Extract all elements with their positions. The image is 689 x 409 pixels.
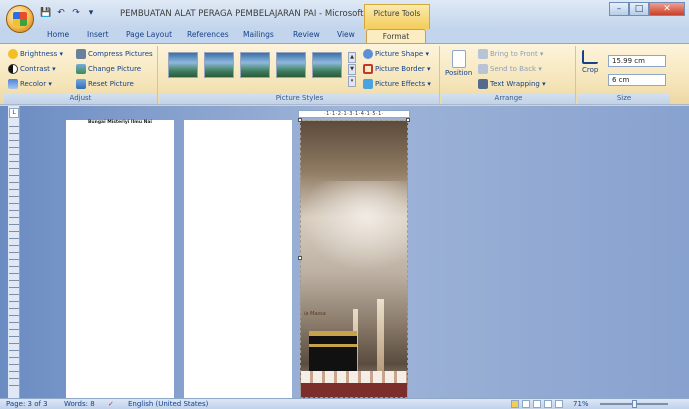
tab-review[interactable]: Review <box>293 30 320 39</box>
picture-effects-icon <box>363 79 373 89</box>
window-controls: – □ ✕ <box>609 2 685 16</box>
picture-style-4[interactable] <box>276 52 306 78</box>
contrast-icon <box>8 64 18 74</box>
picture-ground <box>301 383 407 397</box>
position-icon <box>451 50 466 68</box>
picture-caption: ia Massa <box>304 311 326 317</box>
shape-width-input[interactable]: 6 cm <box>608 74 666 86</box>
change-picture-icon <box>76 64 86 74</box>
vertical-ruler: L <box>8 106 20 398</box>
reset-picture-icon <box>76 79 86 89</box>
resize-handle-top-left[interactable] <box>298 118 302 122</box>
kaaba-picture[interactable]: ia Massa <box>300 120 408 398</box>
contrast-button[interactable]: Contrast ▾ <box>8 64 56 74</box>
undo-icon[interactable]: ↶ <box>55 7 67 19</box>
recolor-button[interactable]: Recolor ▾ <box>8 79 52 89</box>
tab-selector-button[interactable]: L <box>9 108 19 118</box>
tab-references[interactable]: References <box>187 30 229 39</box>
page-2[interactable] <box>184 120 292 398</box>
draft-view-icon[interactable] <box>555 400 563 408</box>
styles-gallery-scroll: ▲ ▼ ▾ <box>348 52 356 87</box>
arrange-group-label: Arrange <box>442 93 575 104</box>
adjust-group: Brightness ▾ Contrast ▾ Recolor ▾ Compre… <box>4 46 158 104</box>
window-title: PEMBUATAN ALAT PERAGA PEMBELAJARAN PAI -… <box>120 9 388 19</box>
picture-shape-button[interactable]: Picture Shape ▾ <box>363 49 429 59</box>
position-button[interactable]: Position <box>445 50 472 77</box>
picture-styles-group-label: Picture Styles <box>160 93 439 104</box>
size-group-label: Size <box>578 93 670 104</box>
horizontal-ruler: ·1·1·2·1·3·1·4·1·5·1· <box>298 110 410 118</box>
tab-format[interactable]: Format <box>366 29 426 44</box>
quick-access-toolbar: 💾 ↶ ↷ ▾ <box>40 7 97 21</box>
picture-style-2[interactable] <box>204 52 234 78</box>
word-count[interactable]: Words: 8 <box>64 400 95 408</box>
resize-handle-top-right[interactable] <box>406 118 410 122</box>
tab-mailings[interactable]: Mailings <box>243 30 274 39</box>
save-icon[interactable]: 💾 <box>40 7 52 19</box>
outline-view-icon[interactable] <box>544 400 552 408</box>
picture-style-1[interactable] <box>168 52 198 78</box>
arrange-group: Position Bring to Front ▾ Send to Back ▾… <box>442 46 576 104</box>
picture-border-button[interactable]: Picture Border ▾ <box>363 64 431 74</box>
close-button[interactable]: ✕ <box>649 2 685 16</box>
change-picture-button[interactable]: Change Picture <box>76 64 141 74</box>
page-1[interactable]: Bungai Misteriyi Ilmu Nai <box>66 120 174 398</box>
send-to-back-button[interactable]: Send to Back ▾ <box>478 64 542 74</box>
brightness-button[interactable]: Brightness ▾ <box>8 49 63 59</box>
ribbon: Brightness ▾ Contrast ▾ Recolor ▾ Compre… <box>0 43 689 105</box>
recolor-icon <box>8 79 18 89</box>
picture-border-icon <box>363 64 373 74</box>
picture-shape-icon <box>363 49 373 59</box>
text-wrapping-button[interactable]: Text Wrapping ▾ <box>478 79 546 89</box>
picture-sky <box>301 181 407 271</box>
qat-more-icon[interactable]: ▾ <box>85 7 97 19</box>
reset-picture-button[interactable]: Reset Picture <box>76 79 134 89</box>
minimize-button[interactable]: – <box>609 2 629 16</box>
page-1-text: Bungai Misteriyi Ilmu Nai <box>88 120 152 125</box>
shape-height-input[interactable]: 15.99 cm <box>608 55 666 67</box>
zoom-level[interactable]: 71% <box>573 400 589 408</box>
proofing-icon[interactable]: ✓ <box>108 400 114 408</box>
picture-tools-context-label: Picture Tools <box>364 4 430 29</box>
picture-kaaba <box>309 331 357 373</box>
picture-effects-button[interactable]: Picture Effects ▾ <box>363 79 431 89</box>
title-bar: 💾 ↶ ↷ ▾ PEMBUATAN ALAT PERAGA PEMBELAJAR… <box>0 0 689 33</box>
size-group: Crop 15.99 cm 6 cm Size <box>578 46 670 104</box>
gallery-more-icon[interactable]: ▾ <box>348 76 356 87</box>
redo-icon[interactable]: ↷ <box>70 7 82 19</box>
picture-styles-group: ▲ ▼ ▾ Picture Shape ▾ Picture Border ▾ P… <box>160 46 440 104</box>
tab-page-layout[interactable]: Page Layout <box>126 30 172 39</box>
bring-to-front-button[interactable]: Bring to Front ▾ <box>478 49 543 59</box>
language-status[interactable]: English (United States) <box>128 400 208 408</box>
ruler-marks <box>9 120 19 390</box>
zoom-slider-thumb[interactable] <box>632 400 637 408</box>
maximize-button[interactable]: □ <box>629 2 649 16</box>
bring-front-icon <box>478 49 488 59</box>
office-logo-icon <box>13 12 27 26</box>
ribbon-tabs: Home Insert Page Layout References Maili… <box>0 29 689 44</box>
status-bar: Page: 3 of 3 Words: 8 ✓ English (United … <box>0 398 689 409</box>
resize-handle-middle-left[interactable] <box>298 256 302 260</box>
picture-style-5[interactable] <box>312 52 342 78</box>
tab-home[interactable]: Home <box>47 30 69 39</box>
print-layout-view-icon[interactable] <box>511 400 519 408</box>
adjust-group-label: Adjust <box>4 93 157 104</box>
tab-insert[interactable]: Insert <box>87 30 109 39</box>
full-screen-view-icon[interactable] <box>522 400 530 408</box>
picture-minaret-right <box>377 299 384 375</box>
compress-pictures-button[interactable]: Compress Pictures <box>76 49 153 59</box>
web-layout-view-icon[interactable] <box>533 400 541 408</box>
gallery-up-icon[interactable]: ▲ <box>348 52 356 63</box>
tab-view[interactable]: View <box>337 30 355 39</box>
text-wrapping-icon <box>478 79 488 89</box>
page-count[interactable]: Page: 3 of 3 <box>6 400 48 408</box>
picture-style-3[interactable] <box>240 52 270 78</box>
office-button[interactable] <box>6 5 34 33</box>
brightness-icon <box>8 49 18 59</box>
crop-button[interactable]: Crop <box>582 50 598 74</box>
send-back-icon <box>478 64 488 74</box>
crop-icon <box>582 50 599 64</box>
gallery-down-icon[interactable]: ▼ <box>348 64 356 75</box>
compress-icon <box>76 49 86 59</box>
